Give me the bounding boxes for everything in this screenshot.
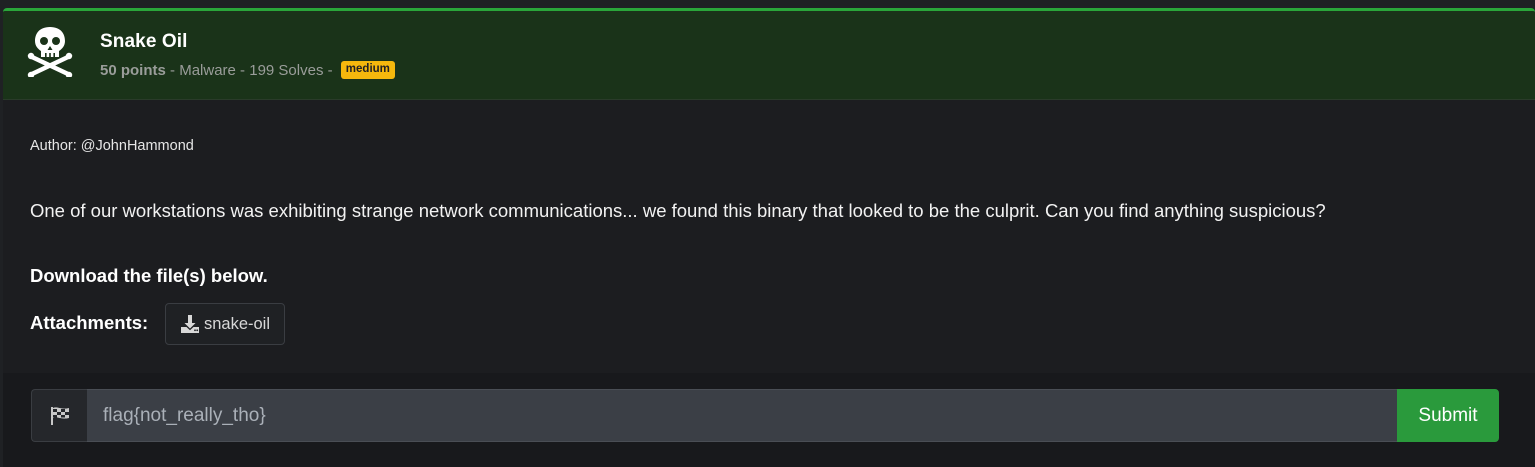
challenge-description: One of our workstations was exhibiting s… bbox=[30, 200, 1326, 221]
flag-input[interactable] bbox=[87, 389, 1397, 442]
challenge-body: Author: @JohnHammond One of our workstat… bbox=[3, 100, 1535, 373]
difficulty-badge: medium bbox=[340, 61, 395, 79]
challenge-header: Snake Oil 50 points - Malware - 199 Solv… bbox=[3, 11, 1535, 100]
flag-submit-form: Submit bbox=[3, 373, 1535, 467]
challenge-category: Malware bbox=[179, 61, 236, 79]
download-instructions: Download the file(s) below. bbox=[30, 265, 268, 286]
challenge-author: Author: @JohnHammond bbox=[30, 138, 194, 154]
flag-input-addon bbox=[31, 389, 87, 442]
attachments-label: Attachments: bbox=[30, 312, 149, 333]
challenge-solves: 199 Solves bbox=[249, 61, 324, 79]
submit-button[interactable]: Submit bbox=[1397, 389, 1499, 442]
meta-separator: - bbox=[235, 61, 250, 79]
attachment-name: snake-oil bbox=[203, 314, 271, 333]
meta-separator: - bbox=[165, 61, 180, 79]
checkered-flag-icon bbox=[50, 406, 69, 425]
challenge-meta: 50 points - Malware - 199 Solves - mediu… bbox=[100, 61, 395, 79]
meta-separator: - bbox=[323, 61, 337, 79]
skull-crossbones-icon bbox=[27, 27, 73, 77]
attachment-download-button[interactable]: snake-oil bbox=[165, 303, 285, 345]
challenge-title: Snake Oil bbox=[100, 31, 188, 52]
challenge-card: Snake Oil 50 points - Malware - 199 Solv… bbox=[3, 8, 1535, 467]
challenge-points: 50 points bbox=[100, 61, 166, 79]
download-icon bbox=[180, 315, 199, 333]
